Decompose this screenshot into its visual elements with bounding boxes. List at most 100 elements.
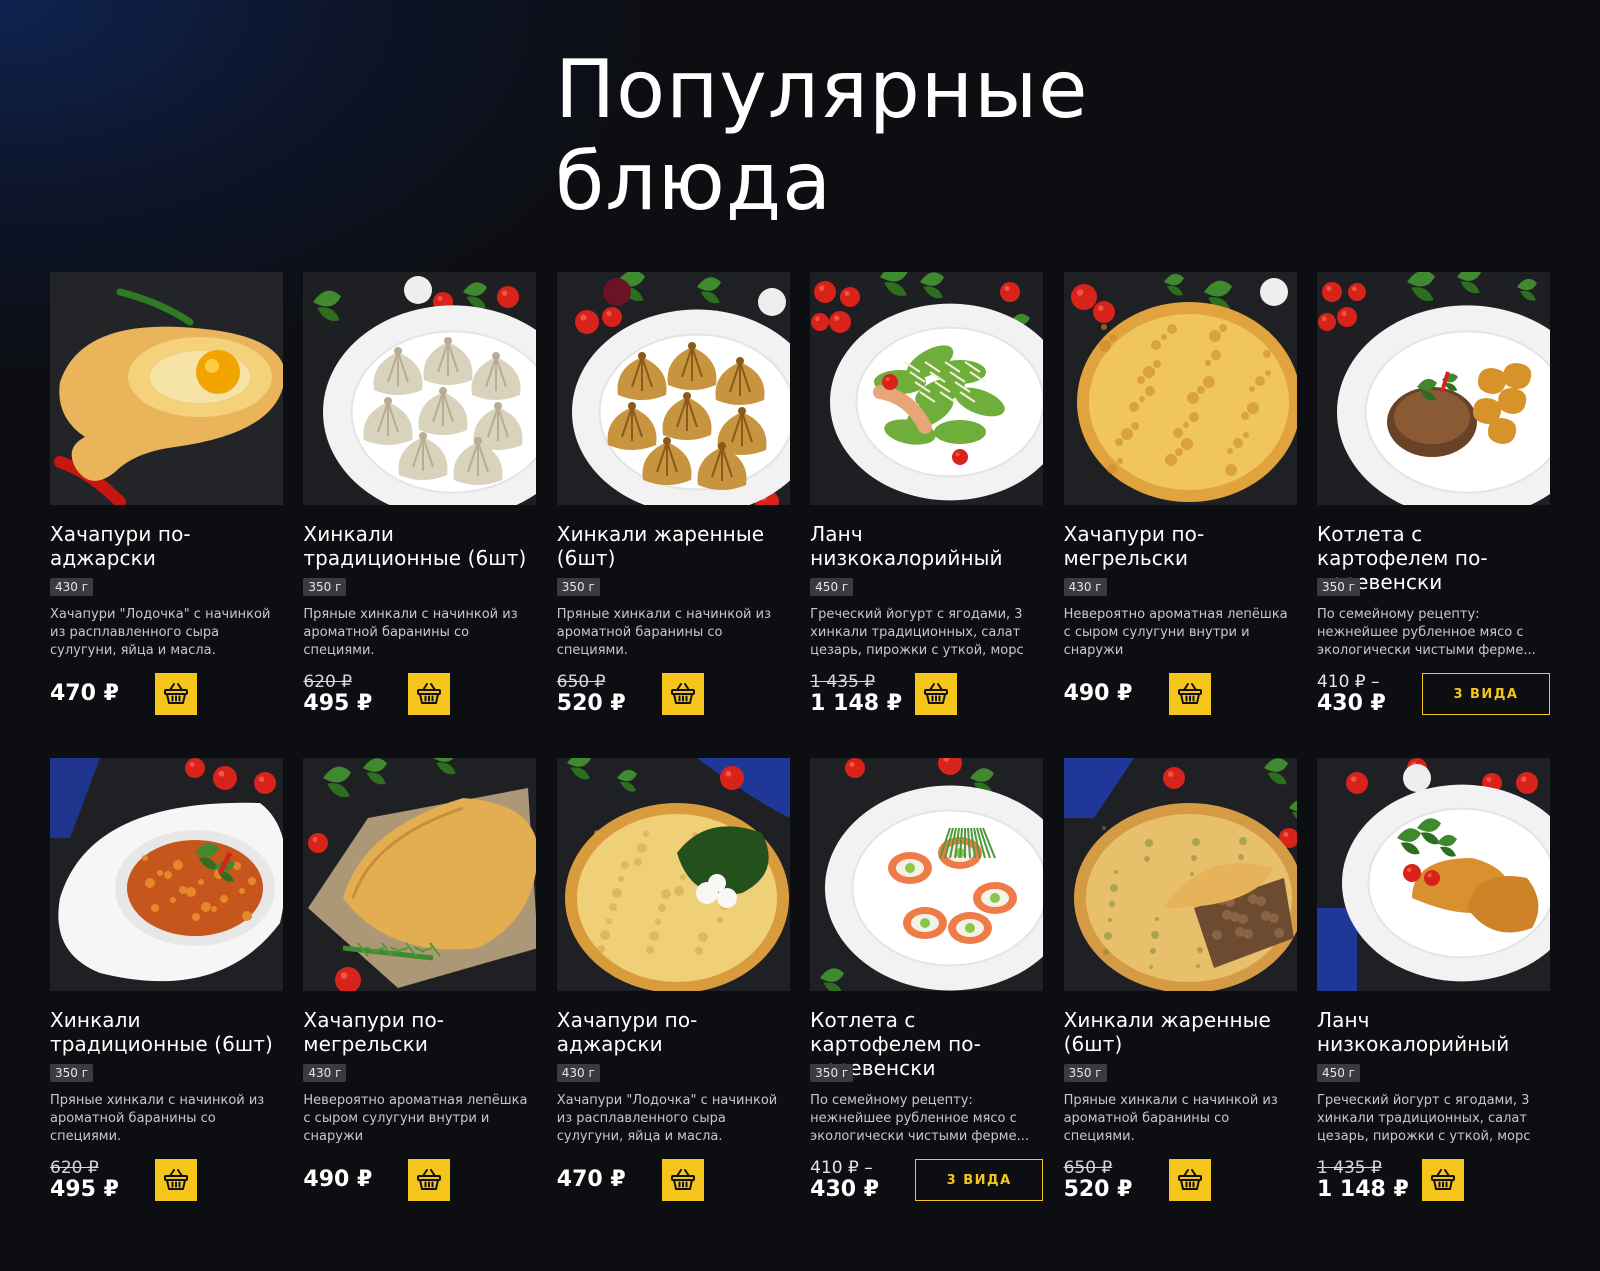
price-row: 410 ₽ – 430 ₽ 3 ВИДА [810, 1158, 1044, 1202]
price-row: 490 ₽ [303, 1158, 536, 1202]
product-card[interactable]: Хинкали традиционные (6шт) 350 г Пряные … [50, 758, 283, 1244]
price-block: 470 ₽ [50, 672, 119, 716]
cart-icon [1430, 1167, 1456, 1194]
product-description: Пряные хинкали с начинкой из ароматной б… [1063, 1093, 1278, 1144]
product-description: Пряные хинкали с начинкой из ароматной б… [303, 607, 518, 658]
product-grid: Хачапури по-аджарски 430 г Хачапури "Лод… [50, 272, 1550, 1244]
product-description: По семейному рецепту: нежнейшее рубленно… [1316, 607, 1536, 658]
price-row: 650 ₽ 520 ₽ [1064, 1158, 1297, 1202]
product-card[interactable]: Хачапури по-аджарски 430 г Хачапури "Лод… [556, 758, 790, 1244]
product-description: По семейному рецепту: нежнейшее рубленно… [810, 1093, 1029, 1144]
product-photo[interactable] [810, 758, 1044, 991]
product-card[interactable]: Котлета с картофелем по-деревенски 350 г… [1316, 272, 1550, 758]
product-photo[interactable] [303, 272, 537, 505]
product-name[interactable]: Хинкали жаренные (6шт) [557, 522, 790, 572]
price-row: 650 ₽ 520 ₽ [557, 672, 790, 716]
current-price: 495 ₽ [303, 691, 373, 716]
add-to-cart-button[interactable] [661, 1159, 704, 1201]
product-photo[interactable] [556, 758, 790, 991]
price-block: 650 ₽ 520 ₽ [1064, 1158, 1133, 1202]
add-to-cart-button[interactable] [1168, 673, 1211, 715]
price-block: 1 435 ₽ 1 148 ₽ [1317, 1158, 1409, 1202]
product-card[interactable]: Хачапури по-мегрельски 430 г Невероятно … [303, 758, 537, 1244]
add-to-cart-button[interactable] [155, 1159, 197, 1201]
product-card[interactable]: Хинкали традиционные (6шт) 350 г Пряные … [303, 272, 537, 758]
variants-button[interactable]: 3 ВИДА [915, 1159, 1044, 1201]
product-card[interactable]: Ланч низкокалорийный 450 г Греческий йог… [810, 272, 1044, 758]
product-photo[interactable] [556, 272, 790, 505]
cart-icon [670, 681, 696, 708]
product-card[interactable]: Ланч низкокалорийный 450 г Греческий йог… [1316, 758, 1550, 1244]
title-line-1: Популярные [555, 43, 1089, 136]
current-price: 1 148 ₽ [1316, 1177, 1409, 1202]
price-to: 430 ₽ [810, 1177, 880, 1202]
price-row: 470 ₽ [50, 672, 283, 716]
price-to: 430 ₽ [1316, 691, 1386, 716]
weight-badge: 450 г [810, 578, 854, 596]
cart-icon [163, 681, 189, 708]
product-name[interactable]: Хачапури по-мегрельски [1064, 522, 1297, 572]
weight-badge: 350 г [50, 1064, 94, 1082]
product-card[interactable]: Хинкали жаренные (6шт) 350 г Пряные хинк… [556, 272, 790, 758]
current-price: 490 ₽ [1063, 681, 1133, 706]
product-name[interactable]: Хинкали жаренные (6шт) [1064, 1008, 1297, 1058]
product-description: Невероятно ароматная лепёшка с сыром сул… [303, 1093, 528, 1144]
price-row: 620 ₽ 495 ₽ [303, 672, 536, 716]
section-title: Популярные блюда [555, 44, 1088, 228]
product-description: Пряные хинкали с начинкой из ароматной б… [556, 607, 771, 658]
current-price: 470 ₽ [556, 1167, 626, 1192]
product-description: Хачапури "Лодочка" с начинкой из расплав… [556, 1093, 778, 1144]
product-photo[interactable] [1316, 272, 1550, 505]
title-line-2: блюда [555, 135, 833, 228]
product-card[interactable]: Хачапури по-аджарски 430 г Хачапури "Лод… [50, 272, 283, 758]
product-photo[interactable] [1063, 272, 1297, 505]
product-card[interactable]: Хинкали жаренные (6шт) 350 г Пряные хинк… [1063, 758, 1297, 1244]
product-photo[interactable] [810, 272, 1044, 505]
product-photo[interactable] [303, 758, 537, 991]
product-name[interactable]: Хачапури по-аджарски [557, 1008, 790, 1058]
add-to-cart-button[interactable] [408, 1159, 451, 1201]
current-price: 520 ₽ [1063, 1177, 1133, 1202]
product-name[interactable]: Ланч низкокалорийный [1317, 1008, 1550, 1058]
product-name[interactable]: Хачапури по-мегрельски [303, 1008, 536, 1058]
product-description: Невероятно ароматная лепёшка с сыром сул… [1063, 607, 1288, 658]
old-price: 650 ₽ [1063, 1158, 1113, 1178]
current-price: 470 ₽ [50, 681, 119, 706]
cart-icon [416, 681, 442, 708]
product-photo[interactable] [1063, 758, 1297, 991]
product-description: Греческий йогурт с ягодами, 3 хинкали тр… [810, 607, 1024, 658]
add-to-cart-button[interactable] [661, 673, 704, 715]
add-to-cart-button[interactable] [155, 673, 197, 715]
old-price: 650 ₽ [556, 672, 606, 692]
add-to-cart-button[interactable] [915, 673, 958, 715]
add-to-cart-button[interactable] [408, 673, 451, 715]
add-to-cart-button[interactable] [1168, 1159, 1211, 1201]
product-name[interactable]: Котлета с картофелем по-деревенски [1317, 522, 1550, 594]
price-block: 470 ₽ [557, 1158, 626, 1202]
product-name[interactable]: Хинкали традиционные (6шт) [303, 522, 536, 572]
popular-dishes-section: Популярные блюда Хачапури по-аджарски 43… [0, 0, 1600, 1271]
product-description: Пряные хинкали с начинкой из ароматной б… [50, 1093, 265, 1144]
product-photo[interactable] [50, 272, 283, 505]
cart-icon [670, 1167, 696, 1194]
cart-icon [163, 1167, 189, 1194]
price-from: 410 ₽ – [1316, 672, 1380, 692]
product-card[interactable]: Котлета с картофелем по-деревенски 350 г… [810, 758, 1044, 1244]
product-name[interactable]: Хачапури по-аджарски [50, 522, 283, 572]
current-price: 495 ₽ [50, 1177, 119, 1202]
product-card[interactable]: Хачапури по-мегрельски 430 г Невероятно … [1063, 272, 1297, 758]
product-description: Хачапури "Лодочка" с начинкой из расплав… [50, 607, 271, 658]
add-to-cart-button[interactable] [1421, 1159, 1464, 1201]
product-name[interactable]: Ланч низкокалорийный [810, 522, 1043, 572]
product-name[interactable]: Хинкали традиционные (6шт) [50, 1008, 283, 1058]
current-price: 1 148 ₽ [810, 691, 903, 716]
current-price: 520 ₽ [556, 691, 626, 716]
price-row: 620 ₽ 495 ₽ [50, 1158, 283, 1202]
price-row: 470 ₽ [557, 1158, 790, 1202]
variants-button[interactable]: 3 ВИДА [1421, 673, 1550, 715]
product-photo[interactable] [50, 758, 283, 991]
product-name[interactable]: Котлета с картофелем по-деревенски [810, 1008, 1043, 1080]
product-photo[interactable] [1316, 758, 1550, 991]
weight-badge: 450 г [1316, 1064, 1360, 1082]
old-price: 620 ₽ [50, 1158, 99, 1178]
